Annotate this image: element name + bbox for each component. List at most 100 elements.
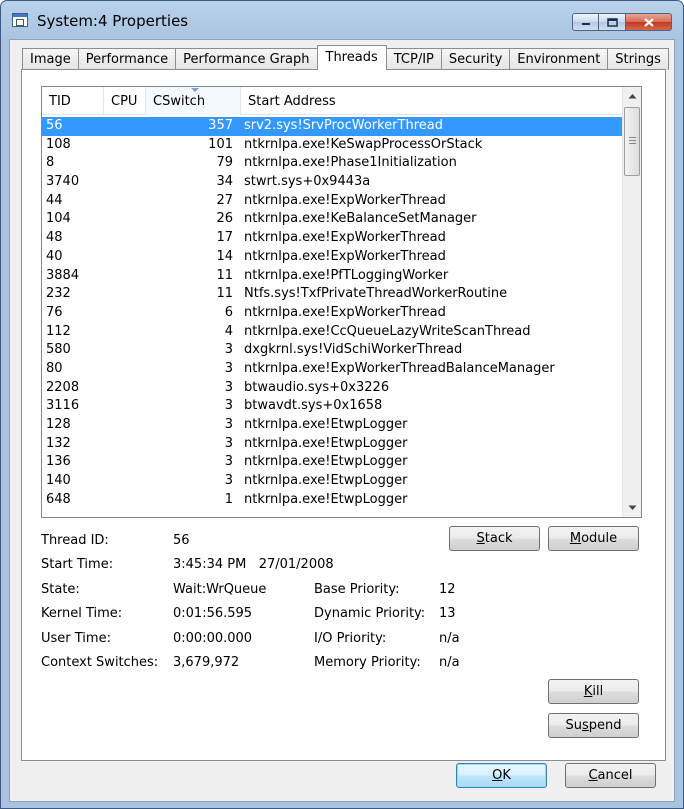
thread-tid-cell: 3884 — [46, 267, 80, 283]
io-priority-label: I/O Priority: — [314, 631, 387, 646]
thread-row[interactable]: 104 26 ntkrnlpa.exe!KeBalanceSetManager — [42, 210, 622, 229]
window-title: System:4 Properties — [37, 12, 189, 30]
thread-tid-cell: 104 — [46, 211, 71, 227]
column-header-start-address[interactable]: Start Address — [241, 87, 622, 115]
stack-button[interactable]: Stack — [449, 526, 540, 551]
column-header-cswitch-delta[interactable]: CSwitch Delta — [146, 87, 241, 139]
minimize-icon — [581, 23, 590, 25]
thread-cswitch-delta-cell: 17 — [216, 230, 233, 246]
thread-row[interactable]: 2208 3 btwaudio.sys+0x3226 — [42, 379, 622, 398]
caption-buttons — [572, 13, 672, 31]
threads-list-scrollbar[interactable] — [622, 87, 641, 517]
thread-row[interactable]: 3740 34 stwrt.sys+0x9443a — [42, 173, 622, 192]
start-time-label: Start Time: — [41, 557, 114, 572]
thread-tid-cell: 108 — [46, 136, 71, 152]
thread-tid-cell: 3740 — [46, 174, 80, 190]
thread-row[interactable]: 8 79 ntkrnlpa.exe!Phase1Initialization — [42, 154, 622, 173]
thread-start-address-cell: ntkrnlpa.exe!CcQueueLazyWriteScanThread — [244, 323, 531, 339]
dialog-client-area: Image Performance Performance Graph Thre… — [9, 39, 675, 802]
thread-row[interactable]: 3884 11 ntkrnlpa.exe!PfTLoggingWorker — [42, 267, 622, 286]
thread-row[interactable]: 648 1 ntkrnlpa.exe!EtwpLogger — [42, 491, 622, 510]
thread-start-address-cell: ntkrnlpa.exe!ExpWorkerThread — [244, 248, 446, 264]
tab-environment[interactable]: Environment — [509, 48, 609, 70]
thread-tid-cell: 232 — [46, 286, 71, 302]
tab-threads[interactable]: Threads — [316, 45, 387, 70]
tab-security[interactable]: Security — [440, 48, 511, 70]
scroll-down-arrow-icon — [628, 505, 636, 510]
base-priority-value: 12 — [439, 582, 456, 597]
tab-image[interactable]: Image — [22, 48, 79, 70]
thread-row[interactable]: 136 3 ntkrnlpa.exe!EtwpLogger — [42, 453, 622, 472]
suspend-button-text-post: pend — [588, 718, 622, 733]
scroll-up-button[interactable] — [623, 87, 641, 105]
ok-button[interactable]: OK — [456, 763, 547, 788]
memory-priority-value: n/a — [439, 655, 460, 670]
column-header-cpu[interactable]: CPU — [104, 87, 146, 115]
state-label: State: — [41, 582, 80, 597]
kernel-time-value: 0:01:56.595 — [173, 606, 253, 621]
tab-tcpip[interactable]: TCP/IP — [385, 48, 442, 70]
thread-row[interactable]: 44 27 ntkrnlpa.exe!ExpWorkerThread — [42, 192, 622, 211]
properties-window: System:4 Properties Image Performance Pe… — [0, 0, 684, 809]
thread-cswitch-delta-cell: 3 — [224, 435, 233, 451]
thread-cswitch-delta-cell: 3 — [224, 454, 233, 470]
thread-tid-cell: 44 — [46, 192, 63, 208]
thread-start-address-cell: btwavdt.sys+0x1658 — [244, 398, 383, 414]
thread-tid-cell: 112 — [46, 323, 71, 339]
title-bar[interactable]: System:4 Properties — [1, 1, 683, 39]
thread-row[interactable]: 80 3 ntkrnlpa.exe!ExpWorkerThreadBalanceMa… — [42, 360, 622, 379]
thread-start-address-cell: ntkrnlpa.exe!ExpWorkerThreadBalanceManag… — [244, 360, 555, 376]
suspend-button-accesskey: s — [581, 718, 589, 733]
thread-row[interactable]: 140 3 ntkrnlpa.exe!EtwpLogger — [42, 472, 622, 491]
thread-cswitch-delta-cell: 3 — [224, 473, 233, 489]
thread-cswitch-delta-cell: 27 — [216, 192, 233, 208]
threads-list[interactable]: TID CPU CSwitch Delta Start Address 5635… — [41, 86, 642, 518]
thread-row[interactable]: 76 6 ntkrnlpa.exe!ExpWorkerThread — [42, 304, 622, 323]
tab-performance[interactable]: Performance — [77, 48, 177, 70]
thread-tid-cell: 56 — [46, 118, 63, 133]
threads-tab-panel: TID CPU CSwitch Delta Start Address 5635… — [21, 69, 666, 761]
thread-start-address-cell: ntkrnlpa.exe!PfTLoggingWorker — [244, 267, 449, 283]
thread-start-address-cell: dxgkrnl.sys!VidSchiWorkerThread — [244, 342, 463, 358]
io-priority-value: n/a — [439, 631, 460, 646]
cancel-button[interactable]: Cancel — [565, 763, 656, 788]
scroll-down-button[interactable] — [623, 499, 641, 517]
thread-cswitch-delta-cell: 11 — [216, 286, 233, 302]
thread-start-address-cell: ntkrnlpa.exe!Phase1Initialization — [244, 155, 457, 171]
module-button[interactable]: Module — [548, 526, 639, 551]
thread-row[interactable]: 56 357 srv2.sys!SrvProcWorkerThread — [42, 117, 622, 136]
thread-id-label: Thread ID: — [41, 533, 109, 548]
thread-row[interactable]: 580 3 dxgkrnl.sys!VidSchiWorkerThread — [42, 341, 622, 360]
stack-button-text-post: tack — [484, 531, 513, 546]
thread-start-address-cell: ntkrnlpa.exe!KeSwapProcessOrStack — [244, 136, 483, 152]
thread-row[interactable]: 112 4 ntkrnlpa.exe!CcQueueLazyWriteScanThr… — [42, 323, 622, 342]
thread-row[interactable]: 40 14 ntkrnlpa.exe!ExpWorkerThread — [42, 248, 622, 267]
thread-row[interactable]: 108 101 ntkrnlpa.exe!KeSwapProcessOrStack — [42, 136, 622, 155]
dynamic-priority-label: Dynamic Priority: — [314, 606, 426, 621]
thread-row[interactable]: 48 17 ntkrnlpa.exe!ExpWorkerThread — [42, 229, 622, 248]
thread-row[interactable]: 128 3 ntkrnlpa.exe!EtwpLogger — [42, 416, 622, 435]
minimize-button[interactable] — [572, 13, 599, 31]
maximize-button[interactable] — [599, 13, 626, 31]
cancel-button-text-post: ancel — [597, 768, 633, 783]
kill-button[interactable]: Kill — [548, 679, 639, 704]
thread-start-address-cell: ntkrnlpa.exe!ExpWorkerThread — [244, 192, 446, 208]
thread-start-address-cell: ntkrnlpa.exe!EtwpLogger — [244, 435, 408, 451]
close-button[interactable] — [626, 13, 672, 31]
thread-tid-cell: 48 — [46, 230, 63, 246]
suspend-button[interactable]: Suspend — [548, 713, 639, 738]
thread-start-address-cell: btwaudio.sys+0x3226 — [244, 379, 390, 395]
cancel-button-accesskey: C — [588, 768, 598, 783]
thread-row[interactable]: 3116 3 btwavdt.sys+0x1658 — [42, 397, 622, 416]
thread-id-value: 56 — [173, 533, 190, 548]
dynamic-priority-value: 13 — [439, 606, 456, 621]
tab-performance-graph[interactable]: Performance Graph — [175, 48, 318, 70]
ok-button-accesskey: O — [492, 768, 503, 783]
column-header-tid[interactable]: TID — [42, 87, 104, 115]
thread-tid-cell: 2208 — [46, 379, 80, 395]
tab-strings[interactable]: Strings — [607, 48, 669, 70]
thread-row[interactable]: 132 3 ntkrnlpa.exe!EtwpLogger — [42, 435, 622, 454]
thread-row[interactable]: 232 11 Ntfs.sys!TxfPrivateThreadWorkerRout… — [42, 285, 622, 304]
scroll-thumb[interactable] — [624, 107, 640, 176]
thread-cswitch-delta-cell: 3 — [224, 379, 233, 395]
